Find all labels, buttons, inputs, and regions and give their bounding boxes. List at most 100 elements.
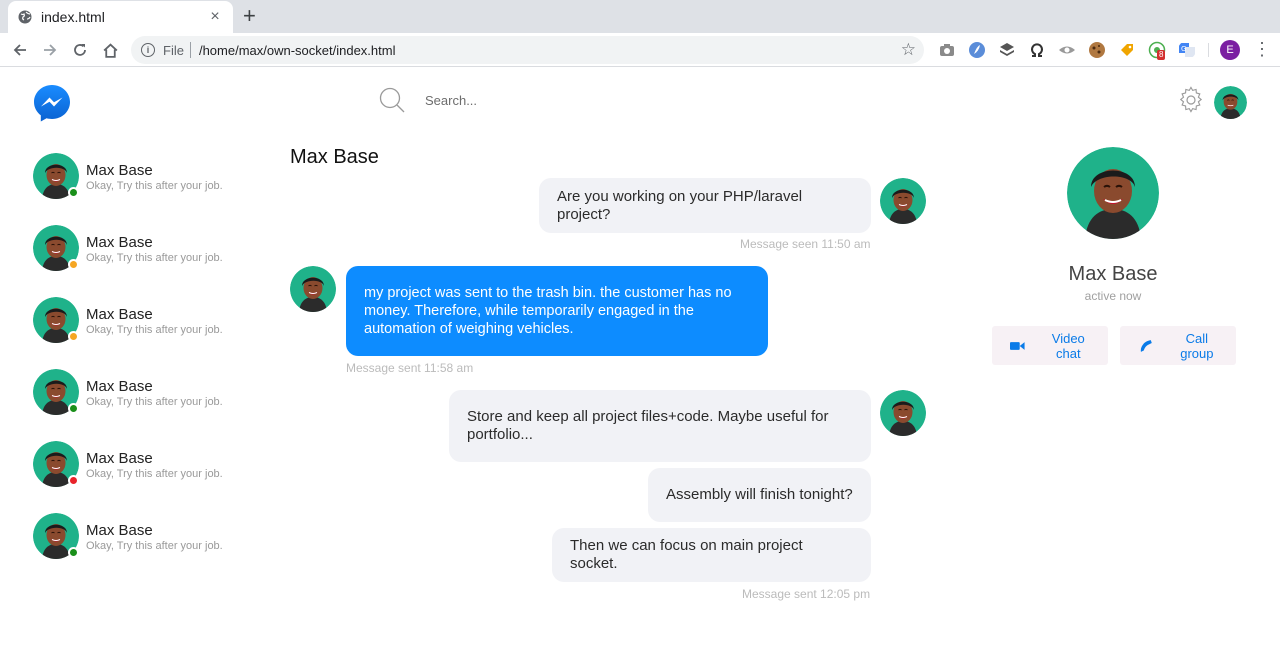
home-button[interactable] bbox=[99, 39, 121, 61]
message-text: Are you working on your PHP/laravel proj… bbox=[557, 187, 803, 223]
bookmark-star-icon[interactable]: ☆ bbox=[901, 40, 916, 60]
whatsapp-extension[interactable]: 8 bbox=[1148, 41, 1168, 63]
url-scheme: File bbox=[163, 42, 184, 58]
message-sent-status: Message sent 12:05 pm bbox=[742, 587, 871, 601]
profile-name: Max Base bbox=[1068, 263, 1158, 285]
browser-tab[interactable]: index.html × bbox=[8, 1, 233, 33]
contact-name: Max Base bbox=[86, 378, 153, 395]
url-text[interactable]: /home/max/own-socket/index.html bbox=[199, 43, 901, 58]
receiver-avatar bbox=[290, 266, 336, 312]
svg-text:G: G bbox=[1181, 45, 1186, 53]
profile-panel: Max Base active now Video chat Call grou… bbox=[990, 147, 1236, 365]
settings-gear-icon[interactable] bbox=[1177, 86, 1205, 114]
browser-menu-icon[interactable]: ⋮ bbox=[1253, 39, 1271, 59]
reload-icon bbox=[74, 44, 86, 56]
arrow-right-icon bbox=[44, 44, 57, 56]
search-input[interactable] bbox=[425, 92, 645, 108]
browser-tabbar: index.html × + bbox=[0, 0, 1280, 33]
tag-extension-icon[interactable] bbox=[1118, 41, 1136, 59]
online-status-dot bbox=[68, 403, 79, 414]
contact-name: Max Base bbox=[86, 162, 153, 179]
call-group-button[interactable]: Call group bbox=[1120, 326, 1236, 365]
browser-toolbar: i File /home/max/own-socket/index.html ☆… bbox=[0, 33, 1280, 67]
away-status-dot bbox=[68, 331, 79, 342]
profile-status: active now bbox=[1084, 289, 1142, 303]
address-bar[interactable]: i File /home/max/own-socket/index.html ☆ bbox=[131, 36, 924, 64]
arrow-left-icon bbox=[13, 44, 26, 56]
eye-extension-icon[interactable] bbox=[1058, 41, 1076, 59]
profile-avatar bbox=[1067, 147, 1159, 239]
contact-item[interactable]: Max Base Okay, Try this after your job. bbox=[33, 441, 253, 513]
message-bubble-incoming[interactable]: Store and keep all project files+code. M… bbox=[449, 390, 871, 462]
sender-avatar bbox=[880, 178, 926, 224]
contact-avatar-wrap bbox=[33, 369, 79, 415]
messenger-app: Max Base Okay, Try this after your job. … bbox=[0, 67, 1280, 670]
messenger-logo-icon[interactable] bbox=[33, 84, 71, 122]
camera-extension-icon[interactable] bbox=[938, 41, 956, 59]
contact-preview: Okay, Try this after your job. bbox=[86, 252, 223, 264]
message-text: my project was sent to the trash bin. th… bbox=[364, 285, 732, 337]
phone-icon bbox=[1140, 339, 1152, 352]
video-chat-button[interactable]: Video chat bbox=[992, 326, 1108, 365]
cookie-extension-icon[interactable] bbox=[1088, 41, 1106, 59]
conversation-title: Max Base bbox=[290, 146, 379, 168]
omega-extension-icon[interactable] bbox=[1028, 41, 1046, 59]
extension-badge: 8 bbox=[1157, 50, 1166, 60]
contact-avatar-wrap bbox=[33, 441, 79, 487]
contact-item[interactable]: Max Base Okay, Try this after your job. bbox=[33, 297, 253, 369]
contact-item[interactable]: Max Base Okay, Try this after your job. bbox=[33, 225, 253, 297]
search-bar[interactable] bbox=[378, 85, 678, 115]
search-icon bbox=[379, 87, 405, 113]
toolbar-divider bbox=[1208, 43, 1209, 57]
message-seen-status: Message seen 11:50 am bbox=[740, 237, 871, 251]
message-text: Then we can focus on main project socket… bbox=[570, 537, 803, 572]
url-separator bbox=[189, 42, 191, 58]
contact-preview: Okay, Try this after your job. bbox=[86, 180, 223, 192]
sender-avatar bbox=[880, 390, 926, 436]
online-status-dot bbox=[68, 187, 79, 198]
contact-item[interactable]: Max Base Okay, Try this after your job. bbox=[33, 153, 253, 225]
close-tab-icon[interactable]: × bbox=[207, 8, 223, 26]
new-tab-button[interactable]: + bbox=[243, 5, 256, 27]
feather-extension-icon[interactable] bbox=[968, 41, 986, 59]
tab-title: index.html bbox=[41, 9, 105, 25]
message-bubble-incoming[interactable]: Then we can focus on main project socket… bbox=[552, 528, 871, 582]
profile-avatar-button[interactable]: E bbox=[1220, 40, 1240, 60]
contact-avatar-wrap bbox=[33, 153, 79, 199]
globe-icon bbox=[18, 10, 32, 24]
contact-list: Max Base Okay, Try this after your job. … bbox=[33, 153, 253, 585]
busy-status-dot bbox=[68, 475, 79, 486]
message-bubble-incoming[interactable]: Assembly will finish tonight? bbox=[648, 468, 871, 522]
reload-button[interactable] bbox=[69, 39, 91, 61]
contact-item[interactable]: Max Base Okay, Try this after your job. bbox=[33, 369, 253, 441]
forward-button[interactable] bbox=[39, 39, 61, 61]
message-sent-status: Message sent 11:58 am bbox=[346, 361, 474, 375]
contact-name: Max Base bbox=[86, 450, 153, 467]
contact-preview: Okay, Try this after your job. bbox=[86, 396, 223, 408]
contact-avatar-wrap bbox=[33, 225, 79, 271]
contact-avatar-wrap bbox=[33, 513, 79, 559]
message-text: Store and keep all project files+code. M… bbox=[467, 408, 829, 443]
contact-preview: Okay, Try this after your job. bbox=[86, 324, 223, 336]
message-bubble-outgoing[interactable]: my project was sent to the trash bin. th… bbox=[346, 266, 768, 356]
contact-name: Max Base bbox=[86, 234, 153, 251]
home-icon bbox=[103, 42, 117, 58]
translate-extension-icon[interactable]: G bbox=[1178, 41, 1196, 59]
message-text: Assembly will finish tonight? bbox=[666, 486, 853, 503]
online-status-dot bbox=[68, 547, 79, 558]
contact-name: Max Base bbox=[86, 522, 153, 539]
profile-actions: Video chat Call group bbox=[990, 326, 1236, 365]
message-bubble-incoming[interactable]: Are you working on your PHP/laravel proj… bbox=[539, 178, 871, 233]
info-icon[interactable]: i bbox=[141, 43, 155, 57]
away-status-dot bbox=[68, 259, 79, 270]
back-button[interactable] bbox=[9, 39, 31, 61]
video-chat-label: Video chat bbox=[1051, 330, 1085, 361]
layers-extension-icon[interactable] bbox=[998, 41, 1016, 59]
contact-name: Max Base bbox=[86, 306, 153, 323]
contact-avatar-wrap bbox=[33, 297, 79, 343]
call-group-label: Call group bbox=[1180, 330, 1214, 361]
user-avatar[interactable] bbox=[1214, 86, 1247, 119]
contact-preview: Okay, Try this after your job. bbox=[86, 468, 223, 480]
contact-item[interactable]: Max Base Okay, Try this after your job. bbox=[33, 513, 253, 585]
video-camera-icon bbox=[1010, 341, 1025, 350]
